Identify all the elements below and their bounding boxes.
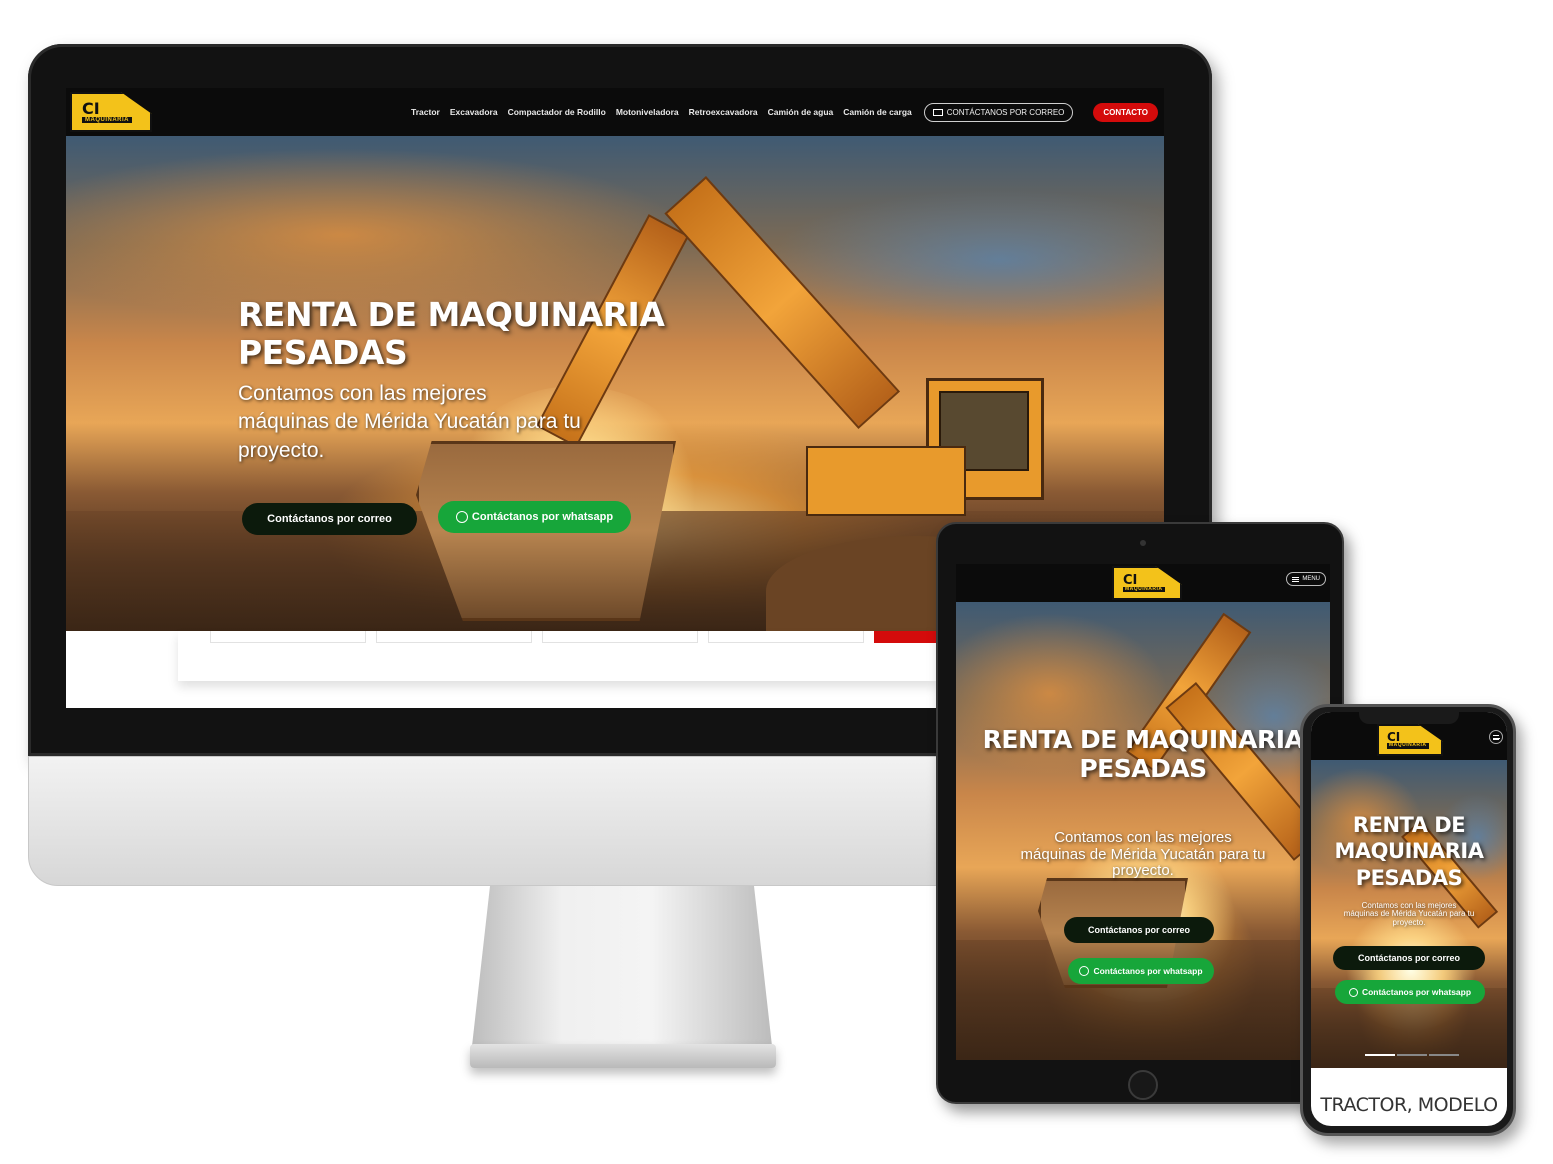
nav-link-camion-carga[interactable]: Camión de carga <box>843 107 912 117</box>
nav-link-excavadora[interactable]: Excavadora <box>450 107 498 117</box>
tablet-screen: CI MAQUINARIA MENU RENTA DE MAQUINARIA P… <box>956 564 1330 1060</box>
search-field-1[interactable] <box>210 631 366 643</box>
phone-screen: CI MAQUINARIA RENTA DE MAQUINARIA PESADA… <box>1311 712 1507 1126</box>
search-field-3[interactable] <box>542 631 698 643</box>
nav-link-motoniveladora[interactable]: Motoniveladora <box>616 107 679 117</box>
nav-link-compactador[interactable]: Compactador de Rodillo <box>508 107 606 117</box>
phone-hero-title: RENTA DE MAQUINARIA PESADAS <box>1334 813 1484 890</box>
tablet-camera <box>1140 540 1146 546</box>
hamburger-icon <box>1292 576 1300 582</box>
tablet-menu-label: MENU <box>1302 576 1320 582</box>
tablet-whatsapp-label: Contáctanos por whatsapp <box>1093 966 1203 976</box>
tablet-hero-subtitle: Contamos con las mejores máquinas de Mér… <box>1020 829 1266 879</box>
tablet-navbar: CI MAQUINARIA MENU <box>956 564 1330 602</box>
hero-title: RENTA DE MAQUINARIA PESADAS <box>238 295 665 372</box>
nav-link-camion-agua[interactable]: Camión de agua <box>768 107 834 117</box>
desktop-navbar: CI MAQUINARIA Tractor Excavadora Compact… <box>66 88 1164 136</box>
nav-mail-button[interactable]: CONTÁCTANOS POR CORREO <box>923 102 1074 122</box>
phone-slider-dots[interactable] <box>1365 1054 1459 1056</box>
desktop-nav-links: Tractor Excavadora Compactador de Rodill… <box>411 102 1158 122</box>
phone-hero-subtitle: Contamos con las mejores máquinas de Mér… <box>1343 901 1475 927</box>
tablet-home-button <box>1128 1070 1158 1100</box>
excavator-boom <box>664 176 901 429</box>
phone-menu-button[interactable] <box>1489 730 1503 744</box>
tablet-logo-subtext: MAQUINARIA <box>1123 585 1165 593</box>
nav-contact-button[interactable]: CONTACTO <box>1093 102 1158 122</box>
phone-whatsapp-icon <box>1348 987 1358 997</box>
hero-whatsapp-button[interactable]: Contáctanos por whatsapp <box>438 501 631 533</box>
hero-subtitle: Contamos con las mejores máquinas de Mér… <box>238 382 581 462</box>
logo-text: CI <box>82 98 100 118</box>
excavator-body <box>806 446 966 516</box>
desktop-monitor-stand <box>472 886 772 1046</box>
tablet-whatsapp-icon <box>1079 966 1090 976</box>
nav-mail-label: CONTÁCTANOS POR CORREO <box>946 107 1065 117</box>
logo-subtext: MAQUINARIA <box>82 116 132 124</box>
phone-mail-button[interactable]: Contáctanos por correo <box>1333 946 1485 970</box>
search-field-4[interactable] <box>708 631 864 643</box>
phone-section-title: TRACTOR, MODELO <box>1320 1094 1498 1116</box>
tablet-menu-button[interactable]: MENU <box>1286 572 1326 586</box>
search-panel <box>178 631 938 681</box>
site-logo[interactable]: CI MAQUINARIA <box>70 92 152 132</box>
tablet-hero: RENTA DE MAQUINARIA PESADAS Contamos con… <box>956 602 1330 1060</box>
tablet-mail-button[interactable]: Contáctanos por correo <box>1064 917 1214 943</box>
phone-notch <box>1359 712 1459 724</box>
whatsapp-icon <box>455 511 468 523</box>
search-field-2[interactable] <box>376 631 532 643</box>
nav-link-retroexcavadora[interactable]: Retroexcavadora <box>689 107 758 117</box>
hero-mail-button[interactable]: Contáctanos por correo <box>242 503 417 535</box>
phone-hamburger-icon <box>1493 735 1500 740</box>
nav-link-tractor[interactable]: Tractor <box>411 107 440 117</box>
desktop-monitor-base <box>470 1044 776 1068</box>
phone-hero: RENTA DE MAQUINARIA PESADAS Contamos con… <box>1311 760 1507 1068</box>
hero-whatsapp-label: Contáctanos por whatsapp <box>471 511 614 523</box>
search-button[interactable] <box>874 631 944 643</box>
tablet-logo[interactable]: CI MAQUINARIA <box>1112 566 1182 600</box>
tablet-whatsapp-button[interactable]: Contáctanos por whatsapp <box>1068 958 1214 984</box>
phone-logo[interactable]: CI MAQUINARIA <box>1377 724 1443 756</box>
envelope-icon <box>932 108 943 116</box>
phone-whatsapp-button[interactable]: Contáctanos por whatsapp <box>1335 980 1485 1004</box>
tablet-hero-title: RENTA DE MAQUINARIA PESADAS <box>982 725 1304 783</box>
phone-logo-subtext: MAQUINARIA <box>1387 742 1429 749</box>
tablet-logo-text: CI <box>1123 572 1138 588</box>
phone-whatsapp-label: Contáctanos por whatsapp <box>1361 987 1472 997</box>
